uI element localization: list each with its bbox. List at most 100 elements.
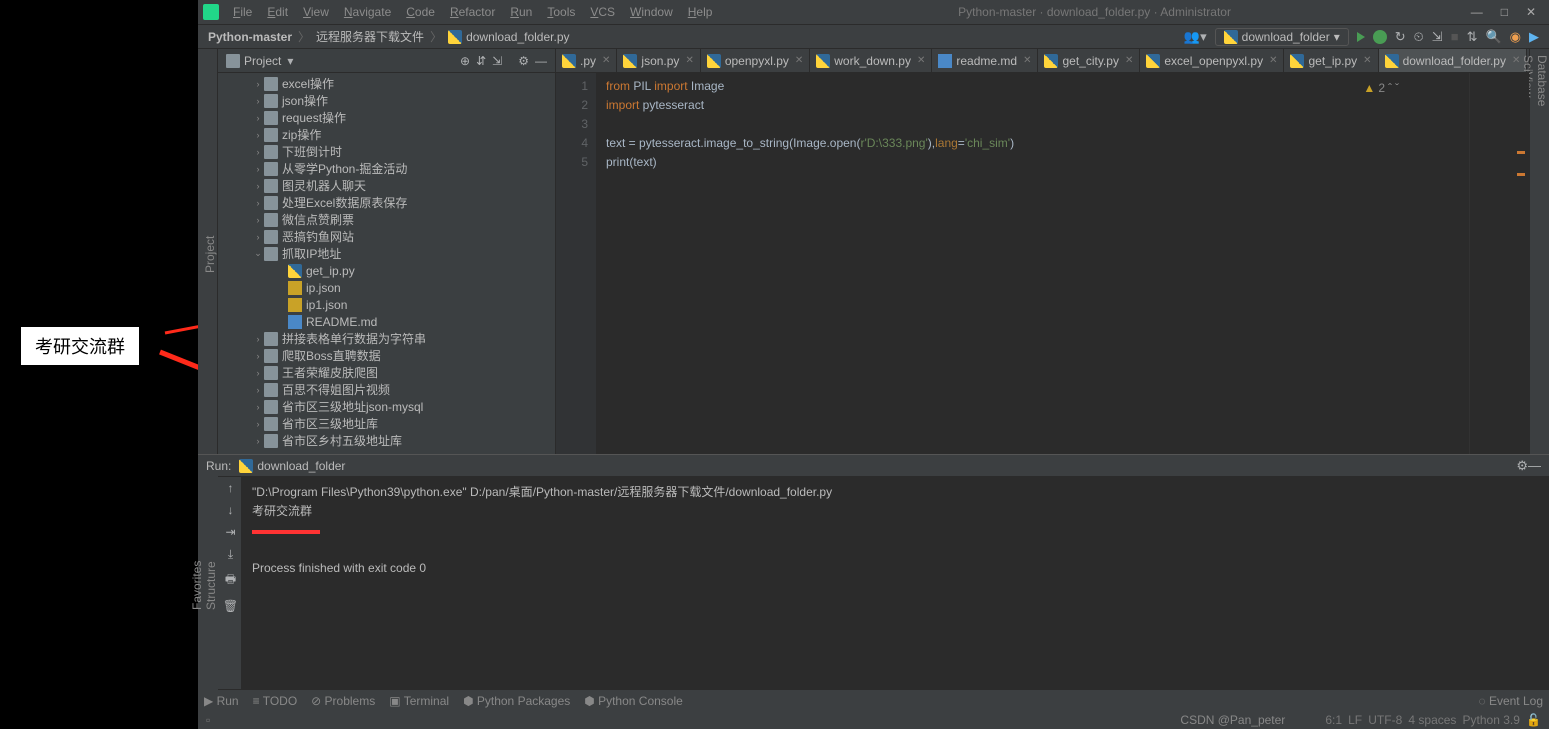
editor-tab[interactable]: json.py✕ [617, 49, 700, 72]
profile-button[interactable]: ⏲ [1414, 29, 1424, 45]
structure-tool-tab[interactable]: Structure [204, 476, 218, 695]
main-menu[interactable]: File Edit View Navigate Code Refactor Ru… [227, 3, 718, 21]
close-tab-icon[interactable]: ✕ [1023, 55, 1031, 66]
run-button[interactable] [1357, 32, 1365, 42]
menu-edit[interactable]: Edit [261, 3, 294, 21]
expand-arrow-icon[interactable]: › [252, 402, 264, 412]
scroll-end-icon[interactable]: ⤓ [228, 547, 233, 562]
error-stripe[interactable] [1469, 73, 1529, 454]
collapse-all-icon[interactable]: ⇲ [492, 54, 502, 68]
expand-arrow-icon[interactable]: › [252, 198, 264, 208]
file-encoding[interactable]: UTF-8 [1368, 713, 1402, 727]
attach-button[interactable]: ⇲ [1432, 29, 1443, 45]
hide-panel-icon[interactable]: — [535, 54, 547, 68]
editor-tab[interactable]: work_down.py✕ [810, 49, 932, 72]
menu-refactor[interactable]: Refactor [444, 3, 501, 21]
expand-arrow-icon[interactable]: › [252, 232, 264, 242]
run-config-label[interactable]: download_folder [257, 459, 345, 473]
line-number[interactable]: 2 [556, 96, 588, 115]
expand-arrow-icon[interactable]: › [252, 96, 264, 106]
line-number[interactable]: 3 [556, 115, 588, 134]
editor-tab[interactable]: readme.md✕ [932, 49, 1038, 72]
tree-node[interactable]: ip1.json [218, 296, 555, 313]
editor-tab[interactable]: openpyxl.py✕ [701, 49, 810, 72]
close-tab-icon[interactable]: ✕ [1269, 55, 1277, 66]
close-tab-icon[interactable]: ✕ [1512, 55, 1520, 66]
menu-run[interactable]: Run [504, 3, 538, 21]
vcs-update-icon[interactable]: ⇅ [1467, 29, 1478, 45]
expand-arrow-icon[interactable]: › [252, 147, 264, 157]
print-icon[interactable]: 🖶 [225, 570, 236, 591]
line-gutter[interactable]: 1 2 3 4 5 [556, 73, 596, 454]
close-tab-icon[interactable]: ✕ [685, 55, 693, 66]
expand-all-icon[interactable]: ⇵ [476, 54, 486, 68]
settings-gear-icon[interactable]: ⚙ [1516, 458, 1528, 474]
close-tab-icon[interactable]: ✕ [1363, 55, 1371, 66]
ide-settings-icon[interactable]: ◉ [1510, 29, 1521, 45]
clear-icon[interactable]: 🗑 [223, 599, 238, 613]
project-tool-tab[interactable]: Project [203, 55, 217, 454]
toolbox-icon[interactable]: ▶ [1529, 29, 1539, 45]
select-opened-file-icon[interactable]: ⊕ [460, 54, 470, 68]
expand-arrow-icon[interactable]: › [252, 368, 264, 378]
expand-arrow-icon[interactable]: › [252, 164, 264, 174]
editor-tabs[interactable]: .py✕json.py✕openpyxl.py✕work_down.py✕rea… [556, 49, 1529, 73]
menu-vcs[interactable]: VCS [584, 3, 621, 21]
breadcrumb[interactable]: Python-master〉 远程服务器下载文件〉 download_folde… [208, 28, 570, 45]
debug-button[interactable] [1373, 30, 1387, 44]
close-tab-icon[interactable]: ✕ [795, 55, 803, 66]
expand-arrow-icon[interactable]: › [252, 79, 264, 89]
tree-node[interactable]: ›处理Excel数据原表保存 [218, 194, 555, 211]
minimize-button[interactable]: — [1471, 5, 1483, 19]
breadcrumb-file[interactable]: download_folder.py [466, 30, 569, 44]
favorites-tool-tab[interactable]: Favorites [190, 476, 204, 695]
expand-arrow-icon[interactable]: › [252, 334, 264, 344]
tree-node[interactable]: ›图灵机器人聊天 [218, 177, 555, 194]
tree-node[interactable]: ›恶搞钓鱼网站 [218, 228, 555, 245]
tree-node[interactable]: ›省市区乡村五级地址库 [218, 432, 555, 449]
expand-arrow-icon[interactable]: › [252, 385, 264, 395]
expand-arrow-icon[interactable]: › [252, 215, 264, 225]
tree-node[interactable]: ›省市区三级地址库 [218, 415, 555, 432]
tree-node[interactable]: get_ip.py [218, 262, 555, 279]
terminal-tab[interactable]: ▣ Terminal [389, 694, 449, 708]
editor-tab[interactable]: get_ip.py✕ [1284, 49, 1378, 72]
tree-node[interactable]: ›从零学Python-掘金活动 [218, 160, 555, 177]
line-number[interactable]: 4 [556, 134, 588, 153]
hide-panel-icon[interactable]: — [1528, 458, 1541, 473]
tree-node[interactable]: README.md [218, 313, 555, 330]
settings-gear-icon[interactable]: ⚙ [518, 54, 529, 68]
tree-node[interactable]: ›zip操作 [218, 126, 555, 143]
run-config-selector[interactable]: download_folder ▾ [1215, 28, 1349, 46]
interpreter-info[interactable]: Python 3.9 [1463, 713, 1520, 727]
menu-view[interactable]: View [297, 3, 335, 21]
editor-tab[interactable]: download_folder.py✕ [1379, 49, 1528, 72]
stop-button[interactable]: ■ [1451, 29, 1459, 44]
breadcrumb-folder[interactable]: 远程服务器下载文件 [316, 28, 424, 45]
menu-code[interactable]: Code [400, 3, 441, 21]
menu-help[interactable]: Help [682, 3, 719, 21]
project-tree[interactable]: ›excel操作›json操作›request操作›zip操作›下班倒计时›从零… [218, 73, 555, 454]
left-tool-tabs-bottom[interactable]: Structure Favorites [198, 470, 218, 695]
close-button[interactable]: ✕ [1526, 5, 1536, 19]
expand-arrow-icon[interactable]: › [252, 351, 264, 361]
expand-arrow-icon[interactable]: › [252, 130, 264, 140]
todo-tab[interactable]: ≡ TODO [253, 694, 298, 708]
editor-tab[interactable]: .py✕ [556, 49, 617, 72]
chevron-down-icon[interactable]: ▾ [287, 54, 293, 68]
up-icon[interactable]: ↑ [228, 481, 234, 495]
expand-arrow-icon[interactable]: › [252, 113, 264, 123]
tree-node[interactable]: ›王者荣耀皮肤爬图 [218, 364, 555, 381]
soft-wrap-icon[interactable]: ⇥ [225, 525, 235, 539]
event-log-tab[interactable]: ◌ Event Log [1478, 694, 1543, 708]
tree-node[interactable]: ›json操作 [218, 92, 555, 109]
maximize-button[interactable]: □ [1501, 5, 1508, 19]
right-tool-tabs[interactable]: Database SciView [1529, 49, 1549, 454]
close-tab-icon[interactable]: ✕ [1125, 55, 1133, 66]
coverage-button[interactable]: ↻ [1395, 29, 1406, 45]
user-icon[interactable]: 👥▾ [1184, 29, 1207, 45]
breadcrumb-root[interactable]: Python-master [208, 30, 292, 44]
problems-tab[interactable]: ⊘ Problems [311, 694, 375, 708]
editor-tab[interactable]: get_city.py✕ [1038, 49, 1140, 72]
menu-navigate[interactable]: Navigate [338, 3, 397, 21]
